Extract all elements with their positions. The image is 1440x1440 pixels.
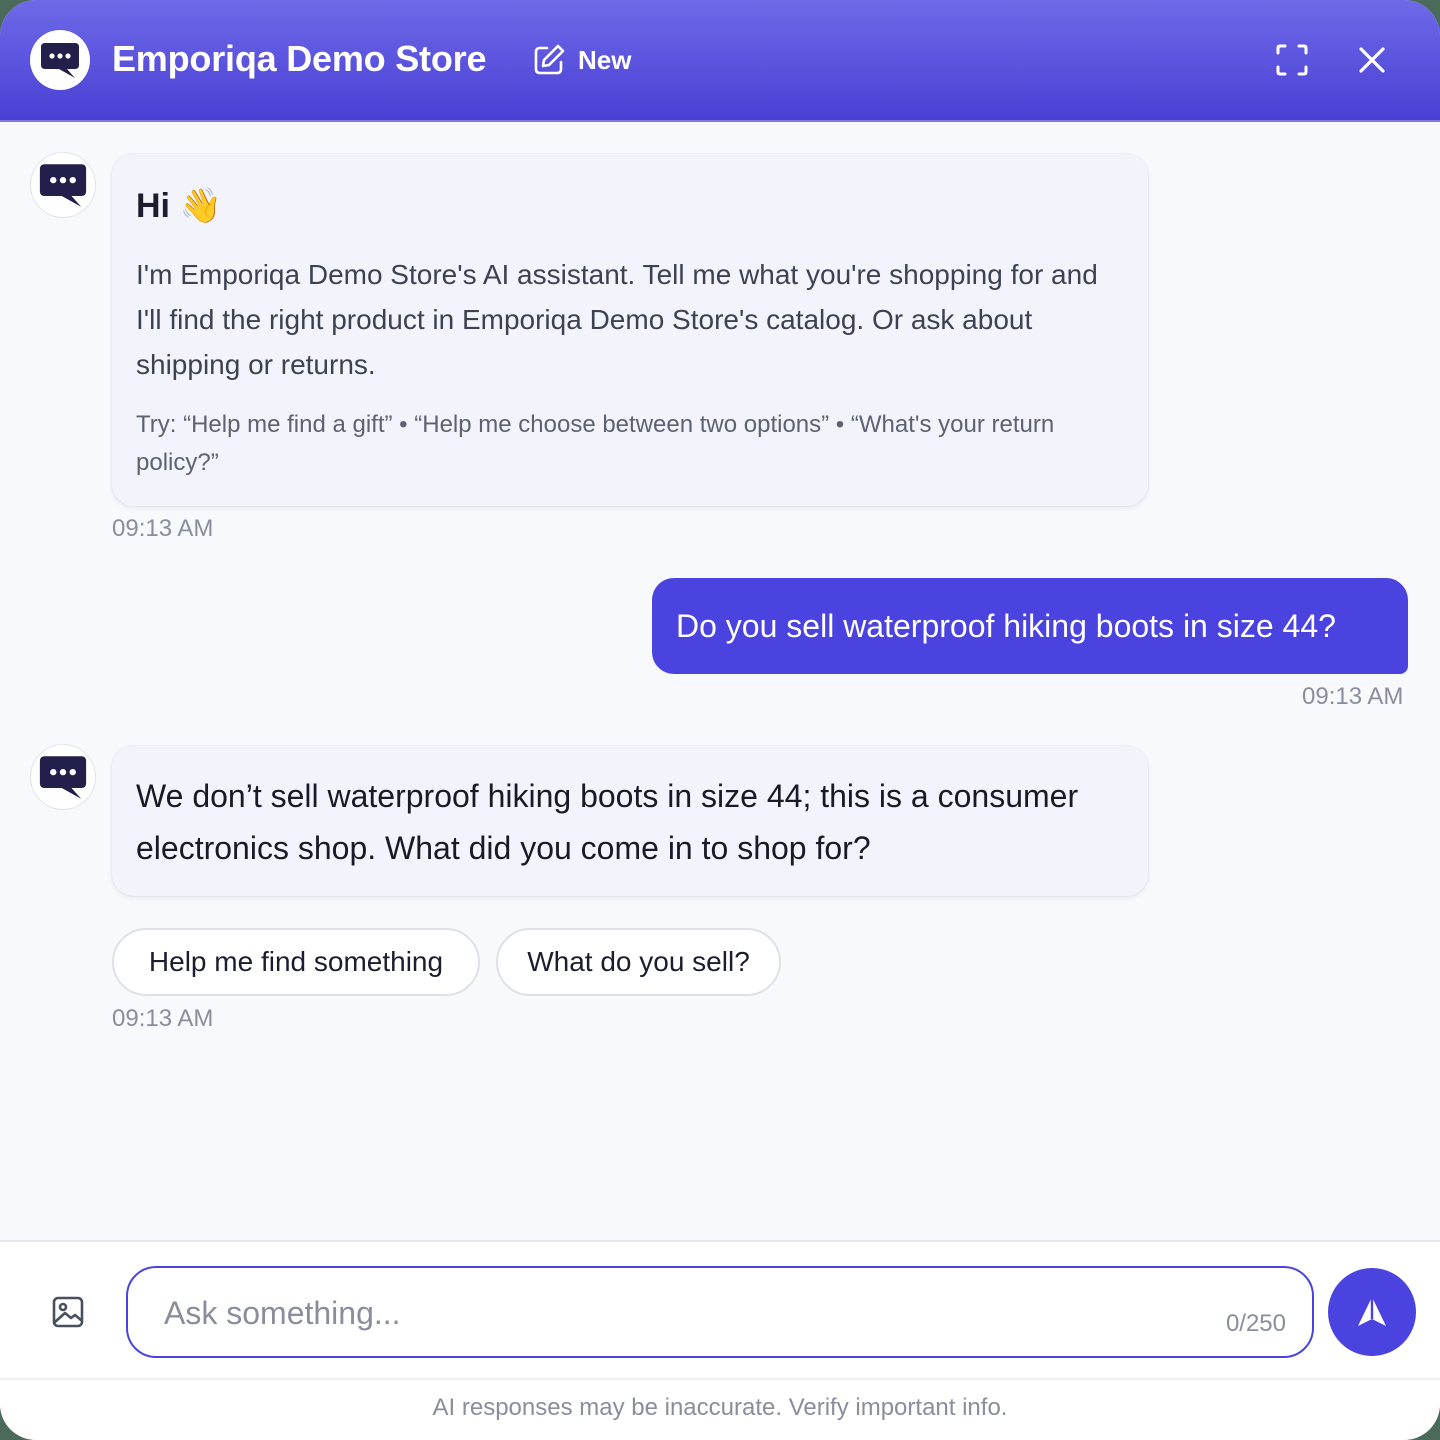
message-timestamp: 09:13 AM	[112, 515, 214, 542]
new-chat-button[interactable]: New	[532, 40, 631, 80]
suggestion-chip[interactable]: Help me find something	[112, 928, 480, 996]
bot-avatar	[30, 744, 96, 810]
close-icon[interactable]	[1352, 40, 1392, 80]
try-suggestions-text: Try: “Help me find a gift” • “Help me ch…	[136, 411, 1055, 476]
fullscreen-icon[interactable]	[1272, 40, 1312, 80]
send-icon	[1358, 1297, 1386, 1326]
send-button[interactable]	[1328, 1268, 1416, 1356]
edit-icon	[534, 44, 565, 75]
footer-divider	[0, 1378, 1440, 1380]
message-timestamp: 09:13 AM	[1302, 683, 1404, 710]
assistant-message: We don’t sell waterproof hiking boots in…	[112, 746, 1148, 896]
assistant-message: Hi 👋 I'm Emporiqa Demo Store's AI assist…	[112, 154, 1148, 506]
suggestion-chip[interactable]: What do you sell?	[496, 928, 781, 996]
message-text: We don’t sell waterproof hiking boots in…	[136, 778, 1079, 866]
greeting-heading: Hi 👋	[136, 187, 222, 225]
user-message: Do you sell waterproof hiking boots in s…	[652, 578, 1408, 674]
chat-header: Emporiqa Demo Store New	[0, 0, 1440, 122]
message-timestamp: 09:13 AM	[112, 1005, 214, 1032]
char-counter: 0/250	[1225, 1310, 1286, 1337]
message-input[interactable]	[162, 1288, 1166, 1338]
chat-bubble-icon	[41, 43, 79, 78]
chat-bubble-icon	[39, 164, 87, 207]
composer: 0/250 AI responses may be inaccurate. Ve…	[0, 1240, 1440, 1440]
chat-bubble-icon	[39, 756, 87, 799]
image-icon[interactable]	[50, 1294, 86, 1330]
message-input-box[interactable]: 0/250	[126, 1266, 1314, 1358]
new-chat-label: New	[578, 44, 632, 75]
bot-avatar	[30, 152, 96, 218]
message-text: I'm Emporiqa Demo Store's AI assistant. …	[136, 259, 1098, 380]
chat-widget: Emporiqa Demo Store New Hi 👋 I'm Emporiq…	[0, 0, 1440, 1440]
disclaimer-text: AI responses may be inaccurate. Verify i…	[432, 1394, 1008, 1421]
bot-avatar	[30, 30, 90, 90]
store-title: Emporiqa Demo Store	[112, 38, 487, 79]
